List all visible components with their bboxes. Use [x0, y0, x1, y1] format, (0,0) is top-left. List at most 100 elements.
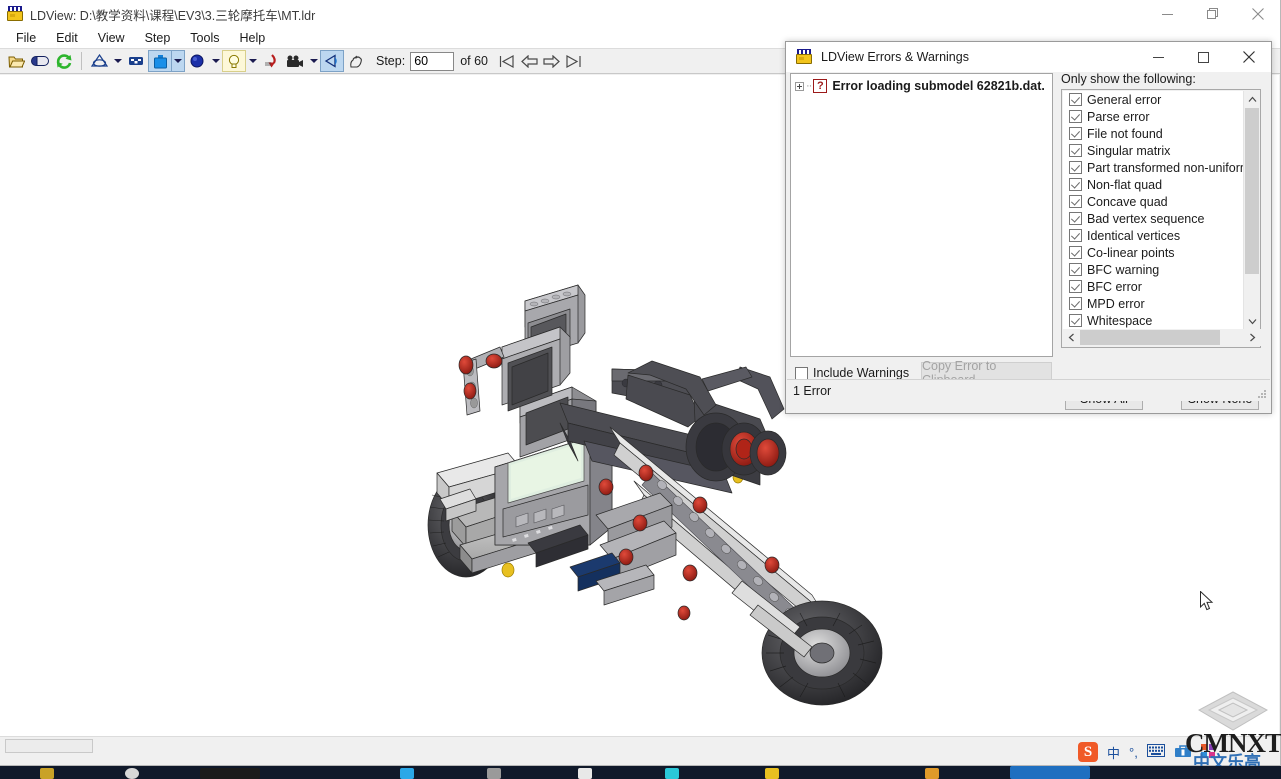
filter-vscrollbar[interactable]	[1243, 91, 1259, 329]
bfc-dropdown-icon[interactable]	[246, 50, 259, 72]
menu-step[interactable]: Step	[135, 30, 181, 46]
taskbar-icon-terminal[interactable]	[200, 768, 260, 779]
filter-hscrollbar[interactable]	[1063, 329, 1261, 346]
camera-dropdown-icon[interactable]	[307, 50, 320, 72]
checkbox-box[interactable]	[1069, 280, 1082, 293]
scroll-left-icon[interactable]	[1063, 329, 1080, 346]
camera-icon[interactable]	[283, 50, 307, 72]
taskbar-icon-app2[interactable]	[487, 768, 501, 779]
filter-panel: Only show the following: General error P…	[1061, 72, 1269, 382]
taskbar-icon-app4[interactable]	[665, 768, 679, 779]
menu-file[interactable]: File	[6, 30, 46, 46]
filter-item-file-not-found[interactable]: File not found	[1063, 125, 1245, 142]
checkbox-box[interactable]	[1069, 229, 1082, 242]
sogou-input-icon[interactable]: S	[1078, 742, 1098, 762]
checkbox-box[interactable]	[1069, 212, 1082, 225]
wireframe-icon[interactable]	[87, 50, 111, 72]
filter-item-bfc-error[interactable]: BFC error	[1063, 278, 1245, 295]
taskbar[interactable]	[0, 766, 1281, 779]
minimize-icon[interactable]	[1136, 42, 1181, 72]
menu-tools[interactable]: Tools	[180, 30, 229, 46]
taskbar-icon-explorer[interactable]	[40, 768, 54, 779]
checkbox-box[interactable]	[1069, 246, 1082, 259]
open-file-icon[interactable]	[4, 50, 28, 72]
close-icon[interactable]	[1235, 0, 1280, 28]
lighting-dropdown-icon[interactable]	[209, 50, 222, 72]
hscrollbar-thumb[interactable]	[1080, 330, 1220, 345]
filter-item-part-transformed-non-uniformly[interactable]: Part transformed non-uniformly	[1063, 159, 1245, 176]
ime-chinese-mode[interactable]: 中	[1107, 743, 1120, 762]
taskbar-button-ldview[interactable]	[1010, 766, 1090, 779]
checkbox-box[interactable]	[1069, 110, 1082, 123]
error-list-item[interactable]: ·· ? Error loading submodel 62821b.dat.	[791, 74, 1052, 93]
keyboard-icon[interactable]	[1146, 744, 1165, 760]
prev-step-icon[interactable]	[518, 50, 540, 72]
menu-edit[interactable]: Edit	[46, 30, 88, 46]
filter-item-identical-vertices[interactable]: Identical vertices	[1063, 227, 1245, 244]
taskbar-icon-app3[interactable]	[578, 768, 592, 779]
show-axes-icon[interactable]	[259, 50, 283, 72]
dialog-window-controls	[1136, 42, 1271, 72]
hscrollbar-thumb[interactable]	[5, 739, 93, 753]
last-step-icon[interactable]	[562, 50, 584, 72]
error-list[interactable]: ·· ? Error loading submodel 62821b.dat.	[790, 73, 1053, 357]
filter-list[interactable]: General error Parse error File not found…	[1063, 91, 1245, 329]
bfc-icon[interactable]	[222, 50, 246, 72]
primitive-substitution-dropdown-icon[interactable]	[172, 50, 185, 72]
step-input[interactable]	[410, 51, 455, 71]
expand-icon[interactable]	[795, 81, 804, 91]
include-warnings-checkbox[interactable]: Include Warnings	[795, 366, 909, 380]
checkbox-box[interactable]	[795, 366, 808, 380]
maximize-icon[interactable]	[1181, 42, 1226, 72]
scroll-down-icon[interactable]	[1244, 313, 1260, 329]
filter-item-parse-error[interactable]: Parse error	[1063, 108, 1245, 125]
filter-item-singular-matrix[interactable]: Singular matrix	[1063, 142, 1245, 159]
resize-grip[interactable]	[1255, 387, 1267, 399]
errors-warnings-dialog: LDView Errors & Warnings ·· ? Error load…	[785, 41, 1272, 414]
first-step-icon[interactable]	[496, 50, 518, 72]
reload-icon[interactable]	[52, 50, 76, 72]
checkbox-box[interactable]	[1069, 263, 1082, 276]
wireframe-dropdown-icon[interactable]	[111, 50, 124, 72]
filter-item-whitespace[interactable]: Whitespace	[1063, 312, 1245, 329]
filter-item-mpd-error[interactable]: MPD error	[1063, 295, 1245, 312]
filter-item-bfc-warning[interactable]: BFC warning	[1063, 261, 1245, 278]
filter-item-co-linear-points[interactable]: Co-linear points	[1063, 244, 1245, 261]
checkbox-box[interactable]	[1069, 297, 1082, 310]
apps-icon[interactable]	[1200, 743, 1215, 761]
menu-view[interactable]: View	[88, 30, 135, 46]
window-title: LDView: D:\教学资料\课程\EV3\3.三轮摩托车\MT.ldr	[30, 8, 316, 23]
primitive-substitution-icon[interactable]	[148, 50, 172, 72]
checkbox-box[interactable]	[1069, 314, 1082, 327]
taskbar-icon-app6[interactable]	[925, 768, 939, 779]
toolbox-icon[interactable]	[1174, 744, 1192, 761]
scroll-up-icon[interactable]	[1244, 91, 1260, 107]
minimize-icon[interactable]	[1145, 0, 1190, 28]
filter-item-general-error[interactable]: General error	[1063, 91, 1245, 108]
restore-icon[interactable]	[1190, 0, 1235, 28]
checkbox-box[interactable]	[1069, 93, 1082, 106]
view-mode-icon[interactable]	[320, 50, 344, 72]
lighting-icon[interactable]	[185, 50, 209, 72]
ime-punctuation-mode[interactable]: °,	[1129, 745, 1138, 760]
next-step-icon[interactable]	[540, 50, 562, 72]
close-icon[interactable]	[1226, 42, 1271, 72]
checkbox-box[interactable]	[1069, 195, 1082, 208]
filter-item-bad-vertex-sequence[interactable]: Bad vertex sequence	[1063, 210, 1245, 227]
checkbox-box[interactable]	[1069, 144, 1082, 157]
checkbox-box[interactable]	[1069, 178, 1082, 191]
vscrollbar-thumb[interactable]	[1245, 108, 1259, 274]
step-total-label: of 60	[460, 54, 488, 68]
filter-item-non-flat-quad[interactable]: Non-flat quad	[1063, 176, 1245, 193]
save-snapshot-icon[interactable]	[28, 50, 52, 72]
examine-icon[interactable]	[344, 50, 368, 72]
filter-item-concave-quad[interactable]: Concave quad	[1063, 193, 1245, 210]
taskbar-icon-app1[interactable]	[400, 768, 414, 779]
checkbox-box[interactable]	[1069, 161, 1082, 174]
checkbox-box[interactable]	[1069, 127, 1082, 140]
edges-icon[interactable]	[124, 50, 148, 72]
scroll-right-icon[interactable]	[1244, 329, 1261, 346]
taskbar-icon-browser[interactable]	[125, 768, 139, 779]
menu-help[interactable]: Help	[229, 30, 275, 46]
taskbar-icon-app5[interactable]	[765, 768, 779, 779]
